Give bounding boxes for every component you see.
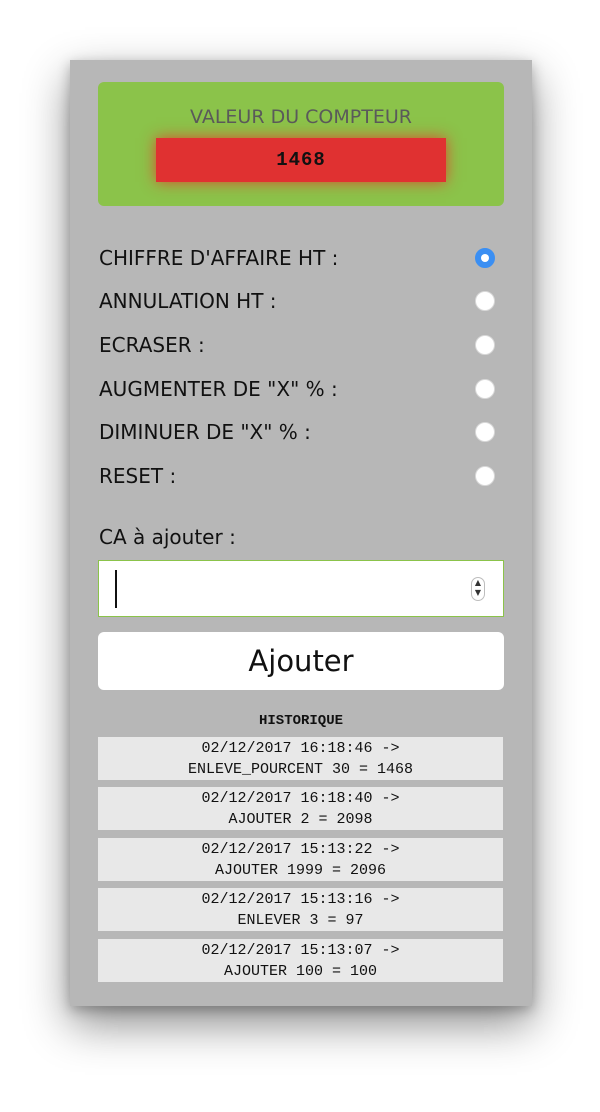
option-label: CHIFFRE D'AFFAIRE HT :: [99, 245, 339, 270]
history-item-timestamp: 02/12/2017 16:18:40 ->: [201, 790, 400, 808]
number-stepper-icon[interactable]: ▲ ▼: [471, 577, 485, 601]
history-item-timestamp: 02/12/2017 15:13:22 ->: [201, 840, 400, 858]
amount-input-label: CA à ajouter :: [99, 525, 236, 549]
radio-ecraser[interactable]: [475, 334, 495, 355]
history-item: 02/12/2017 15:13:16 -> ENLEVER 3 = 97: [98, 888, 503, 932]
radio-augmenter[interactable]: [475, 378, 495, 399]
history-item: 02/12/2017 16:18:46 -> ENLEVE_POURCENT 3…: [98, 737, 503, 780]
option-ecraser[interactable]: ECRASER :: [99, 323, 505, 367]
history-item: 02/12/2017 15:13:22 -> AJOUTER 1999 = 20…: [98, 837, 503, 881]
counter-title: VALEUR DU COMPTEUR: [190, 106, 412, 128]
option-label: RESET :: [99, 463, 177, 488]
operation-options: CHIFFRE D'AFFAIRE HT : ANNULATION HT : E…: [99, 236, 505, 498]
option-annulation[interactable]: ANNULATION HT :: [99, 280, 505, 324]
counter-box: VALEUR DU COMPTEUR 1468: [98, 82, 504, 206]
option-label: DIMINUER DE "X" % :: [99, 420, 311, 445]
history-item-operation: AJOUTER 1999 = 2096: [214, 861, 387, 879]
amount-input[interactable]: ▲ ▼: [98, 560, 504, 617]
option-diminuer[interactable]: DIMINUER DE "X" % :: [99, 410, 505, 454]
option-augmenter[interactable]: AUGMENTER DE "X" % :: [99, 367, 505, 411]
add-button[interactable]: Ajouter: [98, 632, 504, 690]
counter-panel: VALEUR DU COMPTEUR 1468 CHIFFRE D'AFFAIR…: [70, 60, 532, 1006]
history-item: 02/12/2017 15:13:07 -> AJOUTER 100 = 100: [98, 938, 503, 982]
history-item-operation: AJOUTER 100 = 100: [223, 962, 378, 980]
radio-reset[interactable]: [475, 465, 495, 486]
option-label: ANNULATION HT :: [99, 289, 277, 314]
option-chiffre-affaire[interactable]: CHIFFRE D'AFFAIRE HT :: [99, 236, 505, 280]
option-label: ECRASER :: [99, 332, 205, 357]
history-list: 02/12/2017 16:18:46 -> ENLEVE_POURCENT 3…: [98, 737, 503, 989]
option-reset[interactable]: RESET :: [99, 454, 505, 498]
history-item-operation: AJOUTER 2 = 2098: [228, 811, 373, 829]
counter-value: 1468: [156, 138, 446, 182]
option-label: AUGMENTER DE "X" % :: [99, 376, 338, 401]
text-caret: [115, 570, 117, 608]
history-item-timestamp: 02/12/2017 15:13:16 ->: [201, 891, 400, 909]
history-item: 02/12/2017 16:18:40 -> AJOUTER 2 = 2098: [98, 787, 503, 831]
history-item-timestamp: 02/12/2017 15:13:07 ->: [201, 941, 400, 959]
history-item-operation: ENLEVER 3 = 97: [237, 912, 364, 930]
history-item-operation: ENLEVE_POURCENT 30 = 1468: [187, 761, 414, 778]
radio-chiffre-affaire[interactable]: [475, 247, 495, 268]
history-item-timestamp: 02/12/2017 16:18:46 ->: [201, 740, 400, 757]
history-title: HISTORIQUE: [258, 713, 343, 729]
